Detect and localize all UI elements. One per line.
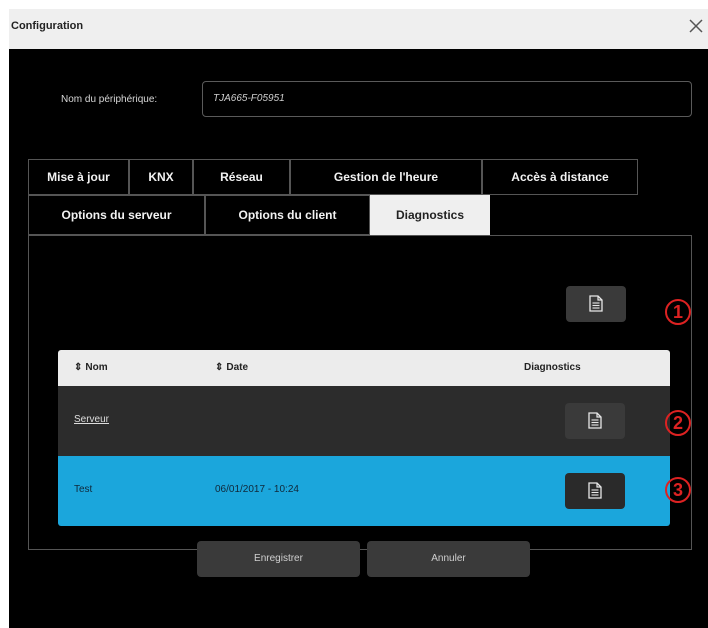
device-name-field[interactable]: TJA665-F05951 bbox=[202, 81, 692, 117]
tab-mise-a-jour[interactable]: Mise à jour bbox=[28, 159, 129, 195]
configuration-dialog: Configuration Nom du périphérique: TJA66… bbox=[9, 9, 708, 628]
sort-icon: ⇕ bbox=[215, 362, 224, 373]
column-header-nom[interactable]: ⇕ Nom bbox=[74, 362, 108, 373]
table-header: ⇕ Nom ⇕ Date Diagnostics bbox=[58, 350, 670, 386]
callout-2: 2 bbox=[665, 410, 691, 436]
tab-reseau[interactable]: Réseau bbox=[193, 159, 290, 195]
dialog-title: Configuration bbox=[11, 20, 84, 32]
row-name: Test bbox=[74, 484, 93, 495]
tab-knx[interactable]: KNX bbox=[129, 159, 193, 195]
tab-gestion-heure[interactable]: Gestion de l'heure bbox=[290, 159, 482, 195]
close-icon[interactable] bbox=[686, 15, 706, 37]
callout-1: 1 bbox=[665, 299, 691, 325]
document-icon bbox=[588, 482, 602, 499]
document-icon bbox=[589, 295, 603, 312]
row-date: 06/01/2017 - 10:24 bbox=[215, 484, 299, 495]
document-icon bbox=[588, 412, 602, 429]
column-header-diagnostics: Diagnostics bbox=[524, 362, 581, 373]
tab-options-serveur[interactable]: Options du serveur bbox=[28, 195, 205, 235]
row-name-link[interactable]: Serveur bbox=[74, 414, 109, 425]
tab-acces-distance[interactable]: Accès à distance bbox=[482, 159, 638, 195]
tab-options-client[interactable]: Options du client bbox=[205, 195, 370, 235]
title-bar: Configuration bbox=[9, 9, 708, 49]
generate-diagnostics-button[interactable] bbox=[566, 286, 626, 322]
device-name-label: Nom du périphérique: bbox=[61, 94, 158, 105]
save-button[interactable]: Enregistrer bbox=[197, 541, 360, 577]
row-diagnostics-button[interactable] bbox=[565, 403, 625, 439]
diagnostics-table: ⇕ Nom ⇕ Date Diagnostics Serveur Test 06… bbox=[58, 350, 670, 528]
column-header-date[interactable]: ⇕ Date bbox=[215, 362, 248, 373]
sort-icon: ⇕ bbox=[74, 362, 83, 373]
tab-diagnostics[interactable]: Diagnostics bbox=[370, 195, 490, 235]
row-diagnostics-button[interactable] bbox=[565, 473, 625, 509]
cancel-button[interactable]: Annuler bbox=[367, 541, 530, 577]
table-row-selected[interactable]: Test 06/01/2017 - 10:24 bbox=[58, 456, 670, 526]
table-row[interactable]: Serveur bbox=[58, 386, 670, 456]
callout-3: 3 bbox=[665, 477, 691, 503]
